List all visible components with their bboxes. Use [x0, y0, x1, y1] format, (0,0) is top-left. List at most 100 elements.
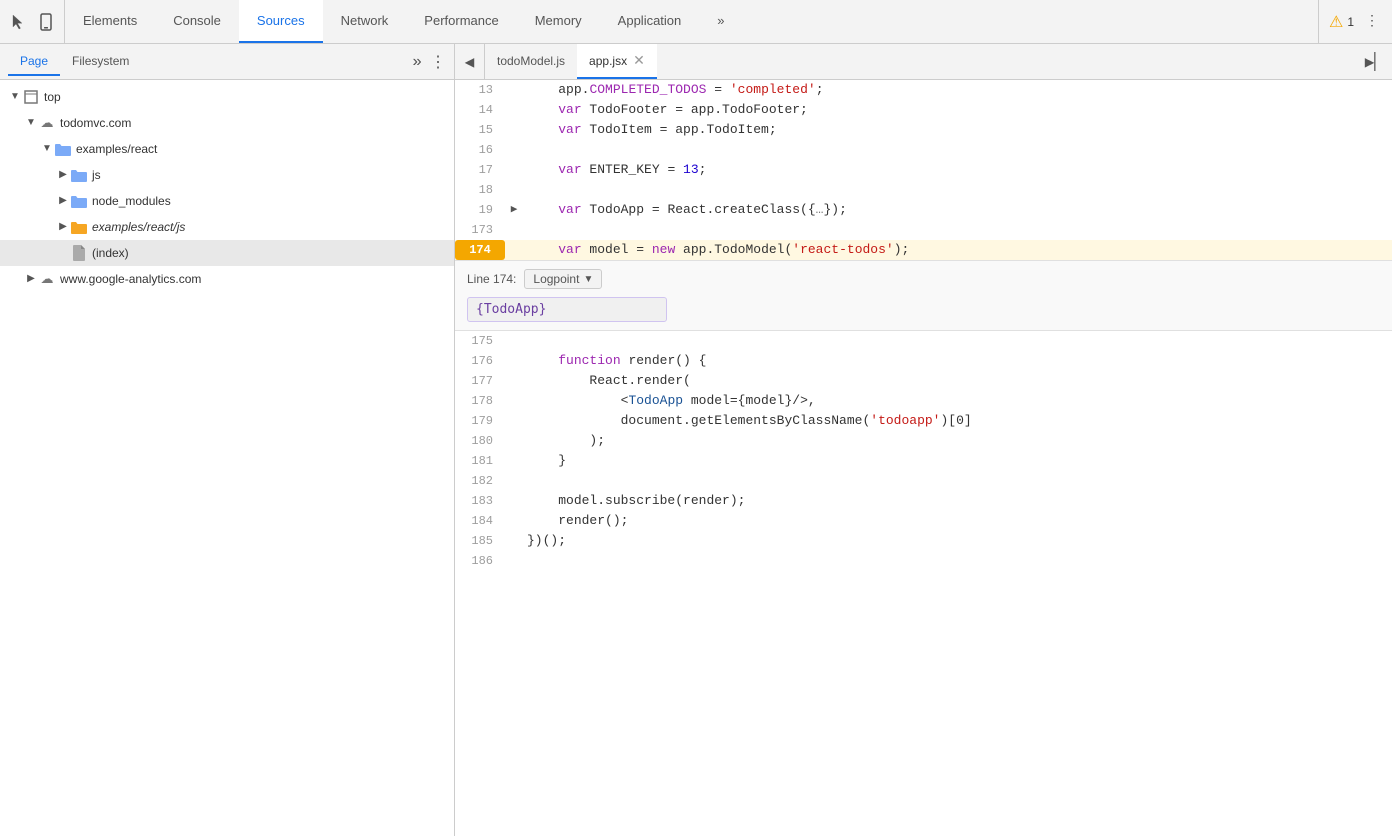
arrow-node-modules: ▶: [56, 190, 70, 212]
code-line-184: 184 render();: [455, 511, 1392, 531]
mobile-icon[interactable]: [36, 12, 56, 32]
tab-network[interactable]: Network: [323, 0, 407, 43]
tree-label-js: js: [92, 164, 101, 186]
logpoint-type-dropdown[interactable]: Logpoint ▼: [524, 269, 602, 289]
arrow-examples-react-js: ▶: [56, 216, 70, 238]
more-menu-icon[interactable]: ⋮: [1362, 12, 1382, 32]
line-num-185: 185: [455, 531, 505, 551]
tab-application[interactable]: Application: [600, 0, 700, 43]
code-line-186: 186: [455, 551, 1392, 571]
tree-item-top[interactable]: ▼ top: [0, 84, 454, 110]
logpoint-dropdown-arrow: ▼: [583, 274, 593, 285]
code-line-183: 183 model.subscribe(render);: [455, 491, 1392, 511]
cloud-icon-google-analytics: ☁: [38, 270, 56, 288]
folder-icon-node-modules: [70, 192, 88, 210]
code-line-16: 16: [455, 140, 1392, 160]
collapse-right-icon[interactable]: ▶▏: [1365, 52, 1384, 72]
logpoint-header: Line 174: Logpoint ▼: [467, 269, 1380, 289]
line-content-14: var TodoFooter = app.TodoFooter;: [523, 100, 1392, 120]
file-tab-todomodel[interactable]: todoModel.js: [485, 44, 577, 79]
arrow-todomvc: ▼: [24, 112, 38, 134]
arrow-js: ▶: [56, 164, 70, 186]
line-num-184: 184: [455, 511, 505, 531]
code-line-175: 175: [455, 331, 1392, 351]
tree-item-js[interactable]: ▶ js: [0, 162, 454, 188]
file-tab-appjsx-close[interactable]: ✕: [633, 52, 645, 69]
file-tab-appjsx[interactable]: app.jsx ✕: [577, 44, 657, 79]
line-content-181: }: [523, 451, 1392, 471]
sub-tab-filesystem[interactable]: Filesystem: [60, 48, 141, 76]
line-num-176: 176: [455, 351, 505, 371]
logpoint-panel: Line 174: Logpoint ▼: [455, 260, 1392, 331]
line-content-180: );: [523, 431, 1392, 451]
line-num-183: 183: [455, 491, 505, 511]
tab-performance[interactable]: Performance: [406, 0, 516, 43]
line-content-179: document.getElementsByClassName('todoapp…: [523, 411, 1392, 431]
tree-label-google-analytics: www.google-analytics.com: [60, 268, 201, 290]
line-content-15: var TodoItem = app.TodoItem;: [523, 120, 1392, 140]
tree-item-index[interactable]: (index): [0, 240, 454, 266]
file-tab-bar: ◀ todoModel.js app.jsx ✕ ▶▏: [455, 44, 1392, 80]
line-num-19: 19: [455, 200, 505, 220]
tree-label-node-modules: node_modules: [92, 190, 171, 212]
sub-tab-more[interactable]: »: [412, 53, 422, 71]
arrow-index: [56, 242, 70, 264]
code-line-179: 179 document.getElementsByClassName('tod…: [455, 411, 1392, 431]
file-icon-index: [70, 244, 88, 262]
code-line-13: 13 app.COMPLETED_TODOS = 'completed';: [455, 80, 1392, 100]
tree-label-todomvc: todomvc.com: [60, 112, 131, 134]
cloud-icon-todomvc: ☁: [38, 114, 56, 132]
line-content-185: })();: [523, 531, 1392, 551]
tab-elements[interactable]: Elements: [65, 0, 155, 43]
line-arrow-19[interactable]: ▶: [505, 200, 523, 220]
line-num-179: 179: [455, 411, 505, 431]
logpoint-input[interactable]: [467, 297, 667, 322]
folder-icon-examples-react-js: [70, 218, 88, 236]
line-num-180: 180: [455, 431, 505, 451]
warning-badge[interactable]: ⚠ 1: [1329, 12, 1354, 32]
tree-item-examples-react-js[interactable]: ▶ examples/react/js: [0, 214, 454, 240]
toolbar-icon-group: [0, 0, 65, 43]
arrow-examples-react: ▼: [40, 138, 54, 160]
line-content-178: <TodoApp model={model}/>,: [523, 391, 1392, 411]
code-line-15: 15 var TodoItem = app.TodoItem;: [455, 120, 1392, 140]
tab-memory[interactable]: Memory: [517, 0, 600, 43]
code-line-19: 19 ▶ var TodoApp = React.createClass({…}…: [455, 200, 1392, 220]
tree-item-examples-react[interactable]: ▼ examples/react: [0, 136, 454, 162]
logpoint-line-label: Line 174:: [467, 272, 516, 286]
line-num-175: 175: [455, 331, 505, 351]
tree-label-examples-react-js: examples/react/js: [92, 216, 185, 238]
code-line-177: 177 React.render(: [455, 371, 1392, 391]
line-num-18: 18: [455, 180, 505, 200]
tree-label-top: top: [44, 86, 61, 108]
tab-console[interactable]: Console: [155, 0, 239, 43]
tree-label-index: (index): [92, 242, 129, 264]
line-num-15: 15: [455, 120, 505, 140]
tab-sources[interactable]: Sources: [239, 0, 323, 43]
code-line-180: 180 );: [455, 431, 1392, 451]
file-tab-appjsx-label: app.jsx: [589, 54, 627, 68]
tree-item-google-analytics[interactable]: ▶ ☁ www.google-analytics.com: [0, 266, 454, 292]
line-content-19: var TodoApp = React.createClass({…});: [523, 200, 1392, 220]
line-num-173: 173: [455, 220, 505, 240]
tree-item-node-modules[interactable]: ▶ node_modules: [0, 188, 454, 214]
cursor-icon[interactable]: [8, 12, 28, 32]
sub-tab-page[interactable]: Page: [8, 48, 60, 76]
line-num-17: 17: [455, 160, 505, 180]
file-tab-todomodel-label: todoModel.js: [497, 54, 565, 68]
line-num-177: 177: [455, 371, 505, 391]
tab-more[interactable]: »: [699, 0, 742, 43]
line-content-13: app.COMPLETED_TODOS = 'completed';: [523, 80, 1392, 100]
sub-tab-kebab[interactable]: ⋮: [430, 52, 446, 72]
right-panel: ◀ todoModel.js app.jsx ✕ ▶▏ 13 app.COMPL…: [455, 44, 1392, 836]
tree-item-todomvc[interactable]: ▼ ☁ todomvc.com: [0, 110, 454, 136]
main-tab-bar: Elements Console Sources Network Perform…: [65, 0, 1318, 43]
frame-icon: [22, 88, 40, 106]
file-tab-end: ▶▏: [1357, 44, 1392, 79]
file-tab-back-button[interactable]: ◀: [455, 44, 485, 79]
code-line-174: 174 var model = new app.TodoModel('react…: [455, 240, 1392, 260]
line-num-178: 178: [455, 391, 505, 411]
logpoint-input-wrapper: [467, 297, 1380, 322]
code-area[interactable]: 13 app.COMPLETED_TODOS = 'completed'; 14…: [455, 80, 1392, 836]
devtools-toolbar: Elements Console Sources Network Perform…: [0, 0, 1392, 44]
